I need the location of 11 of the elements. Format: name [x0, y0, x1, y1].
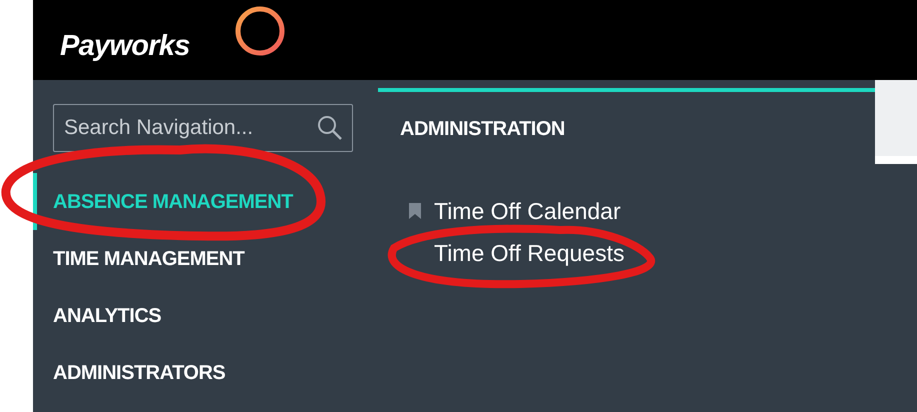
search-field[interactable]: Search Navigation... — [53, 104, 353, 152]
logo[interactable]: Payworks — [60, 28, 190, 64]
nav-item[interactable]: ANALYTICS — [33, 287, 378, 344]
bookmark-icon[interactable] — [408, 202, 422, 220]
logo-ring-icon — [234, 5, 286, 57]
section-heading: ADMINISTRATION — [400, 117, 566, 142]
nav-item[interactable]: TIME MANAGEMENT — [33, 230, 378, 287]
submenu-link[interactable]: Time Off Calendar — [434, 194, 621, 228]
submenu-link[interactable]: Time Off Requests — [434, 236, 624, 270]
search-icon — [317, 115, 343, 141]
nav-item[interactable]: ADMINISTRATORS — [33, 344, 378, 401]
